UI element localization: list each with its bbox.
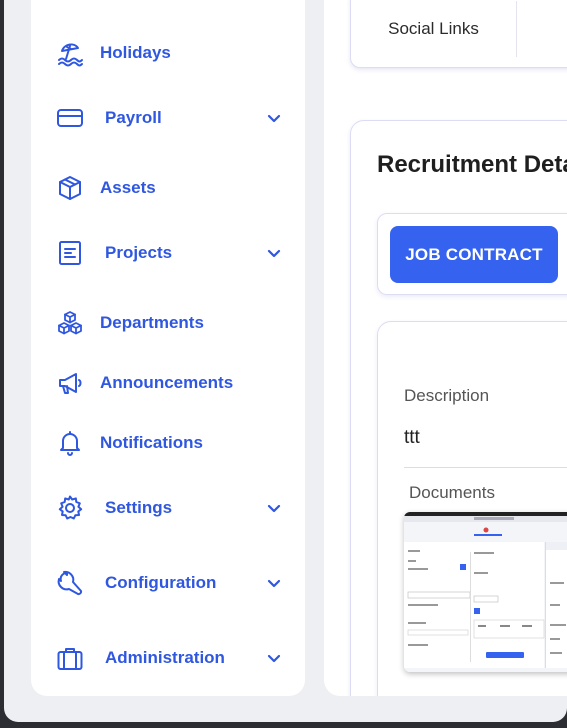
sidebar-item-payroll[interactable]: Payroll: [31, 96, 305, 140]
sidebar-item-label: Holidays: [100, 43, 171, 62]
gear-icon: [55, 493, 85, 523]
chevron-down-icon[interactable]: [265, 109, 283, 127]
megaphone-icon: [55, 368, 85, 398]
sidebar: Holidays Payroll Assets Projects Departm…: [31, 0, 305, 696]
document-thumbnail[interactable]: [404, 512, 567, 672]
sidebar-item-administration[interactable]: Administration: [31, 636, 305, 680]
chevron-down-icon[interactable]: [265, 649, 283, 667]
document-list-icon: [55, 238, 85, 268]
description-value: ttt: [404, 427, 420, 448]
sidebar-item-label: Configuration: [105, 573, 217, 592]
sidebar-item-label: Administration: [105, 648, 225, 667]
tab-bar: JOB CONTRACT: [377, 213, 567, 295]
job-contract-panel: Description ttt Documents: [377, 321, 567, 696]
cube-icon: [55, 173, 85, 203]
chevron-down-icon[interactable]: [265, 574, 283, 592]
document-preview-image: [404, 512, 567, 672]
sidebar-item-label: Settings: [105, 498, 173, 517]
sidebar-item-settings[interactable]: Settings: [31, 486, 305, 530]
bell-icon: [55, 428, 85, 458]
sidebar-item-label: Departments: [100, 313, 204, 332]
sidebar-item-announcements[interactable]: Announcements: [31, 361, 305, 405]
sidebar-item-holidays[interactable]: Holidays: [31, 31, 305, 75]
sidebar-item-notifications[interactable]: Notifications: [31, 421, 305, 465]
sidebar-item-label: Projects: [105, 243, 173, 262]
chevron-down-icon[interactable]: [265, 499, 283, 517]
section-title: Recruitment Deta: [377, 151, 567, 178]
briefcase-icon: [55, 643, 85, 673]
credit-card-icon: [55, 103, 85, 133]
sidebar-item-label: Assets: [100, 178, 156, 197]
sidebar-item-label: Payroll: [105, 108, 162, 127]
sidebar-item-assets[interactable]: Assets: [31, 166, 305, 210]
social-links-cell: Social Links: [351, 1, 517, 57]
main-content: Social Links Recruitment Deta JOB CONTRA…: [324, 0, 567, 696]
beach-umbrella-icon: [55, 38, 85, 68]
sidebar-item-departments[interactable]: Departments: [31, 301, 305, 345]
cubes-stack-icon: [55, 308, 85, 338]
sidebar-item-projects[interactable]: Projects: [31, 231, 305, 275]
documents-label: Documents: [409, 483, 495, 502]
sidebar-item-label: Announcements: [100, 373, 234, 392]
divider: [404, 467, 567, 468]
recruitment-details-card: Recruitment Deta JOB CONTRACT Descriptio…: [350, 120, 567, 696]
tab-job-contract[interactable]: JOB CONTRACT: [390, 226, 558, 283]
social-links-table: Social Links: [350, 0, 567, 68]
sidebar-item-label: Notifications: [100, 433, 203, 452]
sidebar-item-configuration[interactable]: Configuration: [31, 561, 305, 605]
description-label: Description: [404, 386, 490, 405]
wrench-icon: [55, 568, 85, 598]
chevron-down-icon[interactable]: [265, 244, 283, 262]
